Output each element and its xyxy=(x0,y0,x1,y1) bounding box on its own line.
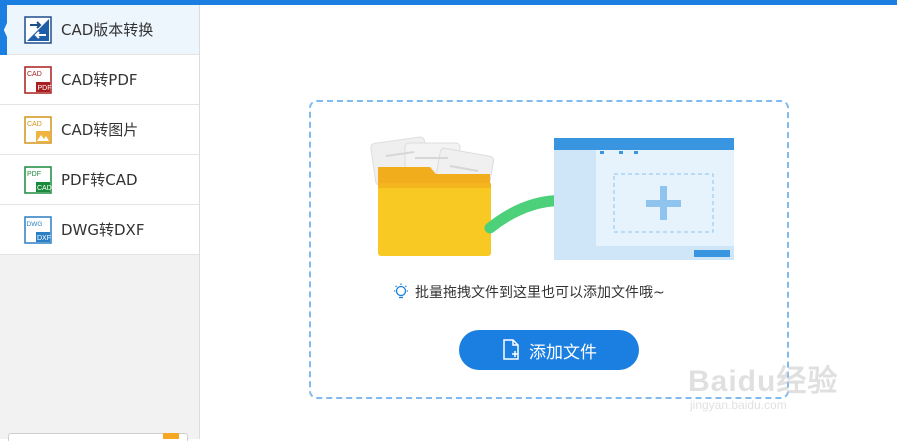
sidebar-item-pdf-to-cad[interactable]: PDF CAD PDF转CAD xyxy=(0,155,199,205)
corner-badge xyxy=(163,433,179,439)
svg-text:CAD: CAD xyxy=(27,121,42,128)
add-file-icon xyxy=(503,339,519,360)
pdf-to-cad-icon: PDF CAD xyxy=(24,166,52,194)
sidebar-item-label: DWG转DXF xyxy=(61,221,145,239)
watermark-url: jingyan.baidu.com xyxy=(690,398,787,412)
svg-text:DXF: DXF xyxy=(37,235,51,242)
sidebar-item-label: CAD转PDF xyxy=(61,71,138,89)
sidebar-item-dwg-to-dxf[interactable]: DWG DXF DWG转DXF xyxy=(0,205,199,255)
svg-text:PDF: PDF xyxy=(27,171,41,178)
add-file-button[interactable]: 添加文件 xyxy=(459,330,639,370)
sidebar-item-label: CAD转图片 xyxy=(61,121,139,139)
svg-text:CAD: CAD xyxy=(27,71,42,78)
sidebar-item-label: CAD版本转换 xyxy=(61,21,154,39)
sidebar-bottom-panel xyxy=(8,433,188,441)
hint-text: 批量拖拽文件到这里也可以添加文件哦~ xyxy=(415,285,665,301)
watermark-brand: Baidu经验 xyxy=(688,365,839,398)
cad-to-pdf-icon: CAD PDF xyxy=(24,66,52,94)
cad-to-image-icon: CAD xyxy=(24,116,52,144)
svg-text:PDF: PDF xyxy=(38,85,52,92)
sidebar: CAD版本转换 CAD PDF CAD转PDF CAD CAD转图片 PDF C… xyxy=(0,5,200,441)
sidebar-item-label: PDF转CAD xyxy=(61,171,138,189)
add-file-label: 添加文件 xyxy=(529,342,597,363)
sidebar-item-cad-version-convert[interactable]: CAD版本转换 xyxy=(0,5,199,55)
dwg-to-dxf-icon: DWG DXF xyxy=(24,216,52,244)
drag-hint: 批量拖拽文件到这里也可以添加文件哦~ xyxy=(392,282,665,302)
sidebar-item-cad-to-pdf[interactable]: CAD PDF CAD转PDF xyxy=(0,55,199,105)
cad-version-convert-icon xyxy=(24,16,52,44)
svg-text:DWG: DWG xyxy=(27,221,43,228)
svg-text:CAD: CAD xyxy=(37,185,52,192)
sidebar-item-cad-to-image[interactable]: CAD CAD转图片 xyxy=(0,105,199,155)
baidu-watermark: Baidu经验 jingyan.baidu.com xyxy=(688,338,858,418)
lightbulb-icon xyxy=(394,283,408,299)
